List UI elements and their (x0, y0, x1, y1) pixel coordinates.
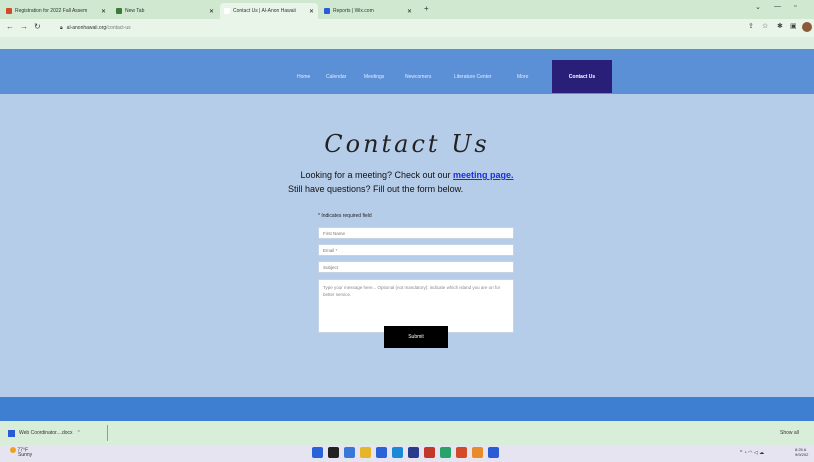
download-item[interactable]: Web Coordinator....docx ⌃ (8, 425, 108, 441)
side-panel-icon[interactable]: ▣ (790, 22, 797, 30)
nav-calendar[interactable]: Calendar (326, 74, 346, 80)
tab-contact-us[interactable]: Contact Us | Al-Anon Hawaii ✕ (220, 3, 318, 19)
tab-favicon (324, 8, 330, 14)
meeting-prompt-text: Looking for a meeting? Check out our (300, 170, 454, 180)
subject-field[interactable]: Subject (318, 261, 514, 273)
maximize-icon[interactable]: ▫ (794, 3, 796, 10)
page-title: Contact Us (324, 130, 490, 158)
first-name-field[interactable]: First Name (318, 227, 514, 239)
windows-taskbar (0, 445, 814, 462)
site-top-band (0, 37, 814, 49)
tab-new-tab[interactable]: New Tab ✕ (112, 3, 218, 19)
site-footer (0, 397, 814, 421)
share-icon[interactable]: ⇪ (748, 22, 754, 30)
close-icon[interactable]: ✕ (101, 8, 106, 15)
show-all-button[interactable]: Show all (780, 430, 799, 436)
tab-label: New Tab (125, 8, 145, 14)
submit-button[interactable]: Submit (384, 326, 448, 348)
chrome-profile-icon[interactable] (456, 447, 467, 458)
weather-widget[interactable]: 77°F Sunny (10, 447, 32, 458)
url-host: al-anonhawaii.org (66, 25, 107, 31)
tab-reports-wix[interactable]: Reports | Wix.com ✕ (320, 3, 416, 19)
meeting-prompt: Looking for a meeting? Check out our mee… (0, 170, 814, 180)
url-path: /contact-us (106, 25, 131, 31)
xbox-icon[interactable] (440, 447, 451, 458)
word-doc-icon (8, 429, 15, 437)
message-field[interactable]: Type your message here... Optional (not … (318, 279, 514, 333)
paint-icon[interactable] (472, 447, 483, 458)
email-field[interactable]: Email * (318, 244, 514, 256)
teams-icon[interactable] (424, 447, 435, 458)
site-header (0, 49, 814, 94)
nav-newcomers[interactable]: Newcomers (405, 74, 431, 80)
search-icon[interactable] (328, 447, 339, 458)
tab-label: Registration for 2022 Fall Assem (15, 8, 88, 14)
nav-home[interactable]: Home (297, 74, 310, 80)
downloads-bar (0, 421, 814, 445)
nav-meetings[interactable]: Meetings (364, 74, 384, 80)
chevron-up-icon[interactable]: ⌃ (77, 430, 81, 436)
lock-icon: 🔒︎ (60, 25, 63, 31)
clock[interactable]: 8:25 A 9/9/202 (795, 447, 808, 457)
close-icon[interactable]: ✕ (407, 8, 412, 15)
chrome-icon[interactable] (392, 447, 403, 458)
file-explorer-icon[interactable] (344, 447, 355, 458)
system-tray-icons[interactable]: ^ ◔ ◠ ◁ ☁ (740, 450, 764, 456)
tab-favicon (224, 8, 230, 14)
clock-date: 9/9/202 (795, 452, 809, 457)
nav-contact-us[interactable]: Contact Us (552, 60, 612, 93)
profile-avatar[interactable] (802, 22, 812, 32)
nav-literature-center[interactable]: Literature Center (454, 74, 492, 80)
new-tab-button[interactable]: + (424, 4, 429, 13)
back-icon[interactable]: ← (6, 22, 14, 31)
close-icon[interactable]: ✕ (209, 8, 214, 15)
form-intro: Still have questions? Fill out the form … (288, 184, 464, 194)
extensions-icon[interactable]: ✱ (777, 22, 783, 30)
folder-icon[interactable] (360, 447, 371, 458)
store-icon[interactable] (408, 447, 419, 458)
tab-search-icon[interactable]: ⌄ (755, 3, 761, 11)
minimize-icon[interactable]: — (774, 3, 781, 10)
word-icon[interactable] (488, 447, 499, 458)
forward-icon[interactable]: → (20, 22, 28, 31)
tab-registration[interactable]: Registration for 2022 Fall Assem ✕ (2, 3, 110, 19)
bookmark-star-icon[interactable]: ☆ (762, 22, 768, 30)
tab-favicon (6, 8, 12, 14)
sun-icon (10, 447, 16, 453)
start-icon[interactable] (312, 447, 323, 458)
address-bar[interactable]: 🔒︎ al-anonhawaii.org/contact-us (54, 22, 744, 34)
close-icon[interactable]: ✕ (309, 8, 314, 15)
reload-icon[interactable]: ↻ (34, 22, 41, 31)
weather-desc: Sunny (18, 452, 33, 459)
download-filename: Web Coordinator....docx (19, 430, 73, 436)
tab-label: Reports | Wix.com (333, 8, 374, 14)
tab-label: Contact Us | Al-Anon Hawaii (233, 8, 296, 14)
meeting-page-link[interactable]: meeting page. (453, 170, 514, 180)
edge-icon[interactable] (376, 447, 387, 458)
required-note: * Indicates required field (318, 213, 372, 219)
nav-more[interactable]: More (517, 74, 528, 80)
tab-favicon (116, 8, 122, 14)
